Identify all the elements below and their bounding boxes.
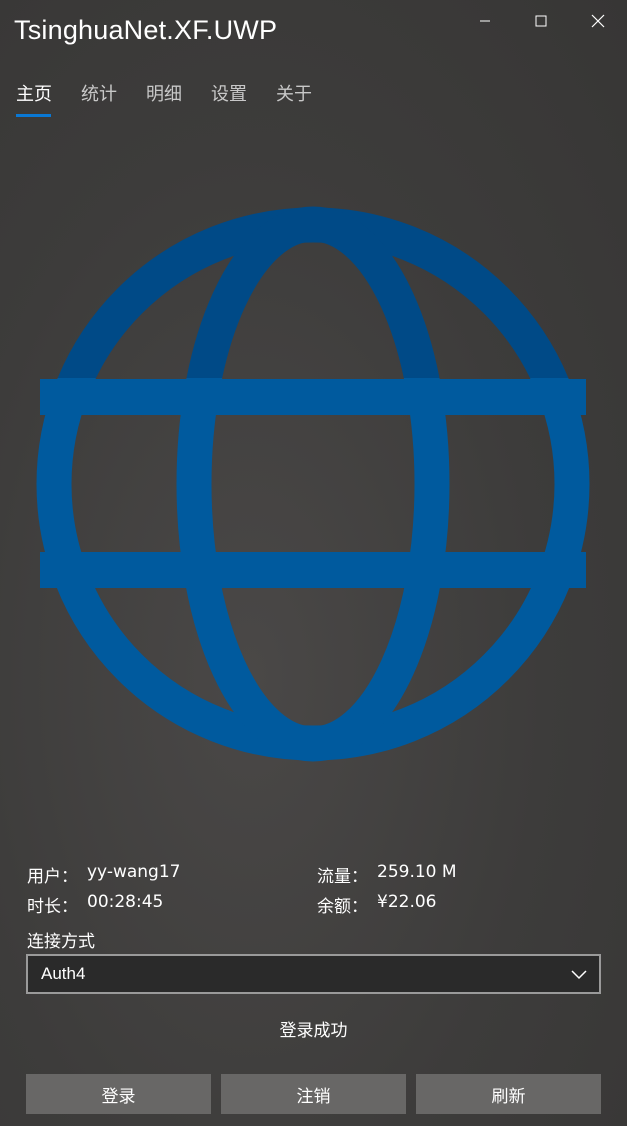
refresh-button[interactable]: 刷新 <box>416 1074 601 1114</box>
duration-label: 时长： <box>27 897 78 917</box>
login-button[interactable]: 登录 <box>26 1074 211 1114</box>
flow-value: 259.10 M <box>377 862 457 882</box>
balance-info: 余额： ¥22.06 <box>317 892 436 917</box>
status-text: 登录成功 <box>279 1021 348 1041</box>
flow-label: 流量： <box>317 867 368 887</box>
globe-icon <box>0 0 627 800</box>
connection-mode-label: 连接方式 <box>27 932 95 952</box>
duration-value: 00:28:45 <box>87 892 164 912</box>
connection-mode-value: Auth4 <box>41 964 86 983</box>
chevron-down-icon <box>571 970 587 980</box>
connection-mode-select[interactable]: Auth4 <box>26 954 601 994</box>
logout-button[interactable]: 注销 <box>221 1074 406 1114</box>
user-label: 用户： <box>27 867 78 887</box>
user-value: yy-wang17 <box>87 862 181 882</box>
user-info: 用户： yy-wang17 <box>27 862 180 887</box>
flow-info: 流量： 259.10 M <box>317 862 457 887</box>
balance-value: ¥22.06 <box>377 892 437 912</box>
duration-info: 时长： 00:28:45 <box>27 892 163 917</box>
balance-label: 余额： <box>317 897 368 917</box>
